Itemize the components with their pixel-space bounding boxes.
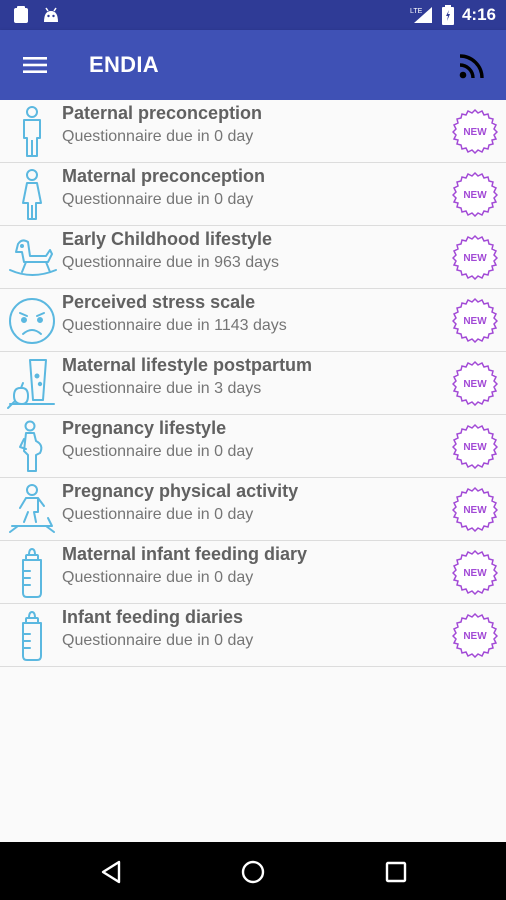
man-icon — [23, 106, 41, 157]
new-badge-icon: NEW — [452, 297, 498, 343]
baby-bottle-icon — [22, 611, 42, 661]
page-title: ENDIA — [89, 52, 159, 77]
recents-icon[interactable] — [383, 859, 409, 885]
badge-label: NEW — [463, 568, 487, 579]
clock: 4:16 — [461, 5, 496, 24]
questionnaire-title: Pregnancy physical activity — [62, 481, 299, 501]
questionnaire-due: Questionnaire due in 963 days — [62, 254, 280, 271]
badge-label: NEW — [463, 127, 487, 138]
questionnaire-title: Pregnancy lifestyle — [62, 418, 227, 438]
rss-feed-icon[interactable] — [458, 52, 486, 80]
questionnaire-title: Infant feeding diaries — [62, 607, 244, 627]
questionnaire-title: Maternal preconception — [62, 166, 266, 186]
lte-signal-icon: LTE — [410, 7, 432, 23]
battery-icon — [441, 5, 454, 25]
new-badge-icon: NEW — [452, 486, 498, 532]
clipboard-icon — [14, 6, 28, 23]
questionnaire-due: Questionnaire due in 0 day — [62, 569, 254, 586]
new-badge-icon: NEW — [452, 171, 498, 217]
system-nav-bar — [0, 842, 506, 900]
network-label: LTE — [410, 8, 423, 15]
list-item[interactable]: Maternal preconception Questionnaire due… — [0, 163, 506, 226]
new-badge-icon: NEW — [452, 423, 498, 469]
woman-icon — [22, 169, 42, 220]
back-icon[interactable] — [98, 859, 124, 885]
questionnaire-list: Paternal preconception Questionnaire due… — [0, 100, 506, 667]
treadmill-icon — [9, 484, 55, 533]
home-icon[interactable] — [240, 859, 266, 885]
questionnaire-due: Questionnaire due in 0 day — [62, 443, 254, 460]
badge-label: NEW — [463, 442, 487, 453]
badge-label: NEW — [463, 379, 487, 390]
questionnaire-title: Perceived stress scale — [62, 292, 256, 312]
badge-label: NEW — [463, 253, 487, 264]
new-badge-icon: NEW — [452, 234, 498, 280]
list-item[interactable]: Maternal lifestyle postpartum Questionna… — [0, 352, 506, 415]
questionnaire-title: Maternal lifestyle postpartum — [62, 355, 313, 375]
badge-label: NEW — [463, 190, 487, 201]
badge-label: NEW — [463, 631, 487, 642]
questionnaire-title: Maternal infant feeding diary — [62, 544, 308, 564]
questionnaire-due: Questionnaire due in 0 day — [62, 632, 254, 649]
new-badge-icon: NEW — [452, 549, 498, 595]
list-item[interactable]: Early Childhood lifestyle Questionnaire … — [0, 226, 506, 289]
rocking-horse-icon — [9, 239, 57, 276]
glass-and-apple-icon — [7, 359, 55, 409]
list-item[interactable]: Maternal infant feeding diary Questionna… — [0, 541, 506, 604]
list-item[interactable]: Perceived stress scale Questionnaire due… — [0, 289, 506, 352]
questionnaire-due: Questionnaire due in 0 day — [62, 506, 254, 523]
badge-label: NEW — [463, 505, 487, 516]
pregnant-woman-icon — [19, 420, 43, 472]
list-item[interactable]: Pregnancy lifestyle Questionnaire due in… — [0, 415, 506, 478]
status-bar: LTE 4:16 — [0, 0, 506, 30]
list-item[interactable]: Pregnancy physical activity Questionnair… — [0, 478, 506, 541]
questionnaire-due: Questionnaire due in 3 days — [62, 380, 262, 397]
list-item[interactable]: Infant feeding diaries Questionnaire due… — [0, 604, 506, 667]
new-badge-icon: NEW — [452, 360, 498, 406]
stressed-face-icon — [9, 298, 55, 344]
android-icon — [44, 7, 58, 22]
questionnaire-title: Early Childhood lifestyle — [62, 229, 273, 249]
new-badge-icon: NEW — [452, 108, 498, 154]
questionnaire-due: Questionnaire due in 0 day — [62, 191, 254, 208]
questionnaire-due: Questionnaire due in 1143 days — [62, 317, 287, 334]
questionnaire-title: Paternal preconception — [62, 103, 263, 123]
hamburger-menu-icon[interactable] — [22, 52, 48, 78]
list-item[interactable]: Paternal preconception Questionnaire due… — [0, 100, 506, 163]
app-bar: ENDIA — [0, 30, 506, 100]
new-badge-icon: NEW — [452, 612, 498, 658]
badge-label: NEW — [463, 316, 487, 327]
baby-bottle-icon — [22, 548, 42, 598]
questionnaire-due: Questionnaire due in 0 day — [62, 128, 254, 145]
